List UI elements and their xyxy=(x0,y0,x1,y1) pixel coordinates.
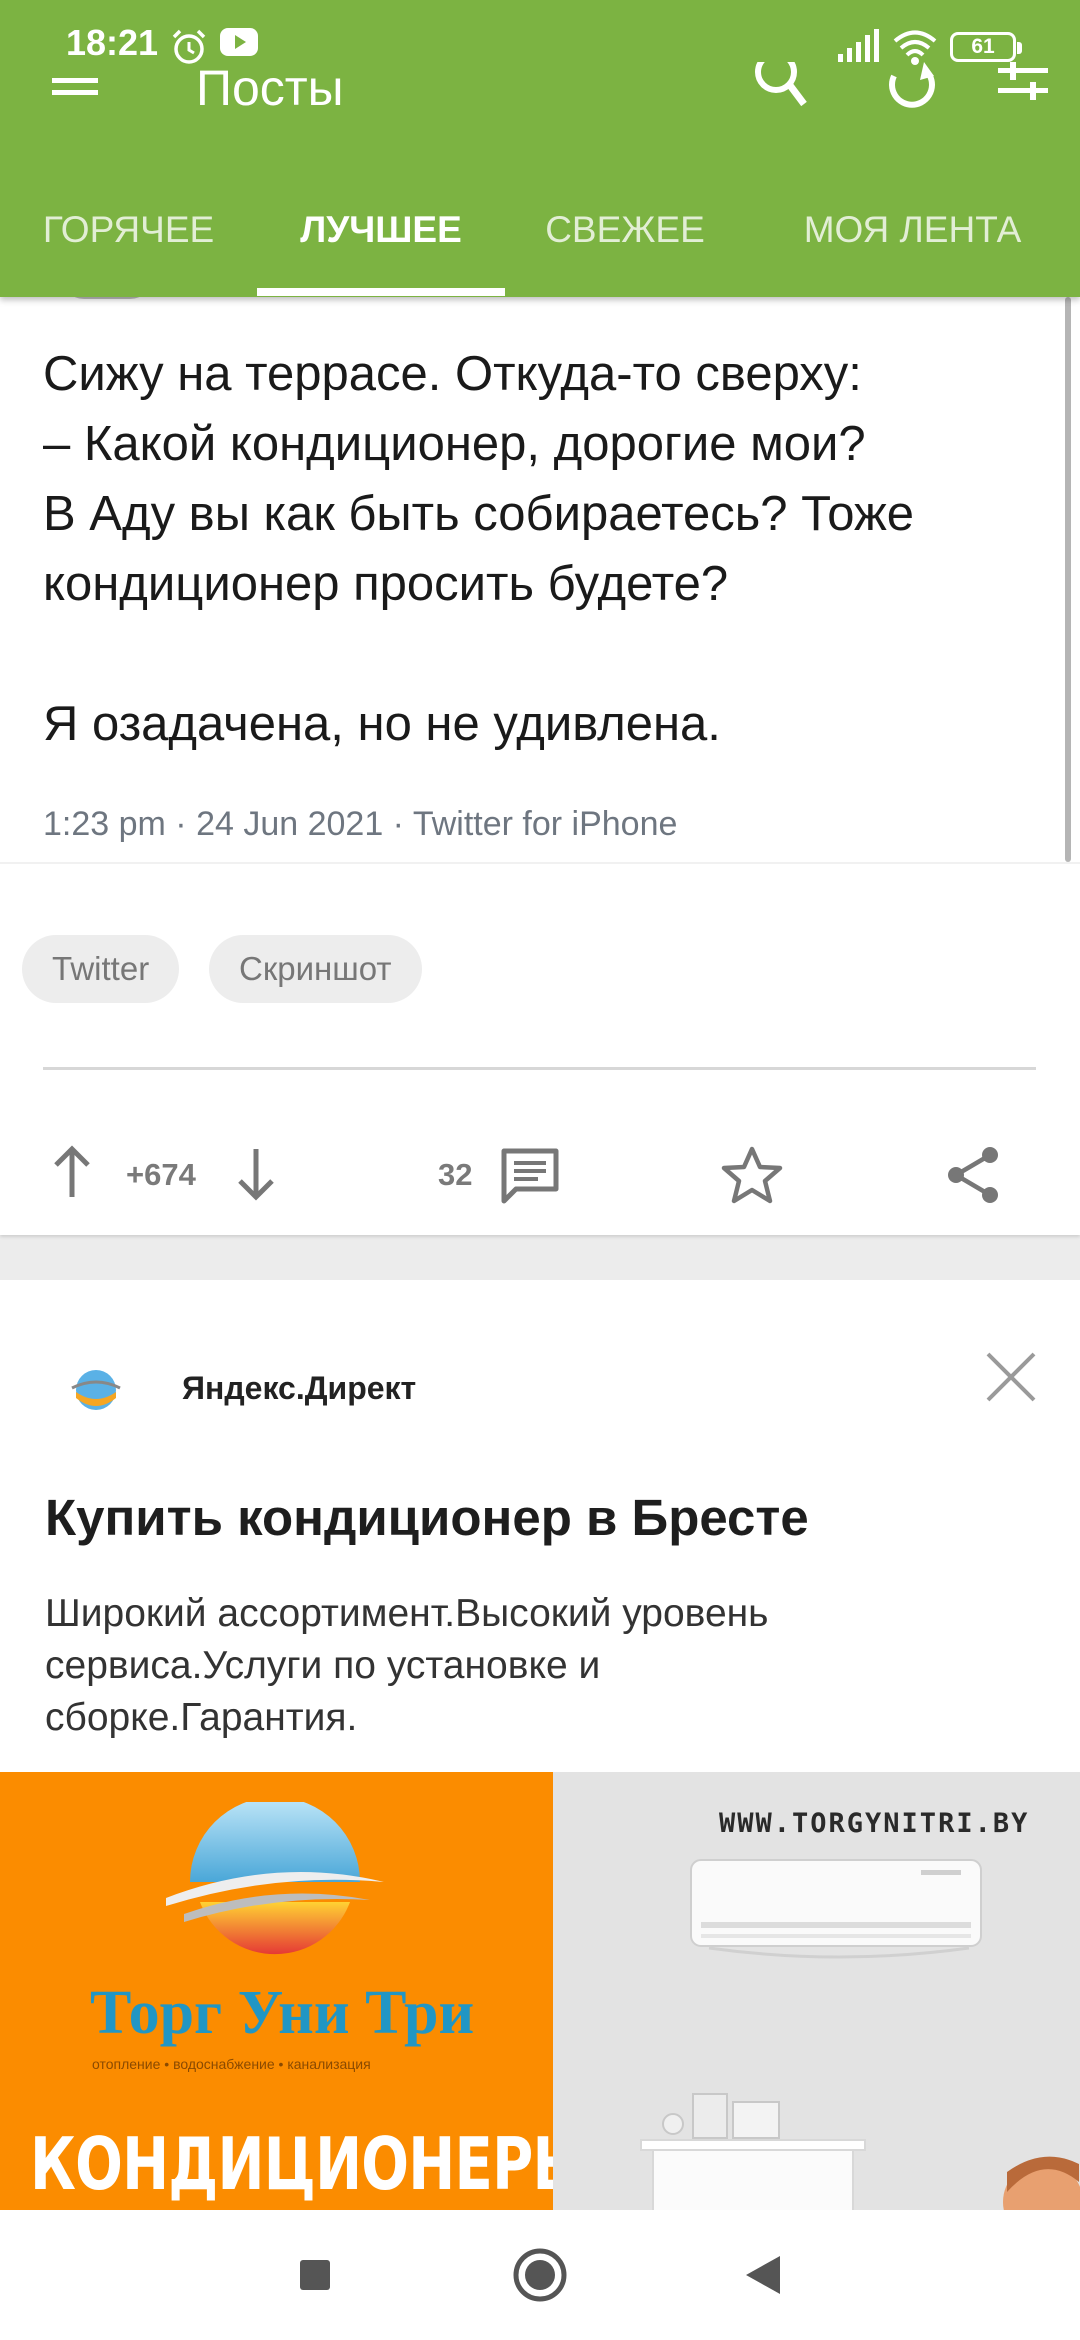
refresh-icon[interactable] xyxy=(884,62,944,118)
filter-icon[interactable] xyxy=(994,62,1054,118)
ad-description: Широкий ассортимент.Высокий уровень серв… xyxy=(45,1592,769,1739)
banner-right-panel: WWW.TORGYNITRI.BY xyxy=(553,1772,1080,2210)
close-icon[interactable] xyxy=(982,1348,1040,1406)
system-nav-bar xyxy=(0,2210,1080,2340)
share-icon[interactable] xyxy=(944,1145,1004,1205)
tag-screenshot[interactable]: Скриншот xyxy=(209,935,422,1003)
post-score: +674 xyxy=(126,1157,196,1192)
home-icon[interactable] xyxy=(480,2210,600,2340)
banner-left-panel: Торг Уни Три отопление • водоснабжение •… xyxy=(0,1772,553,2210)
banner-brand-tagline: отопление • водоснабжение • канализация xyxy=(92,2056,371,2072)
tweet-text: Сижу на террасе. Откуда-то сверху: – Как… xyxy=(43,347,914,751)
post-actions: +674 32 xyxy=(0,1117,1080,1217)
menu-icon[interactable] xyxy=(50,74,102,110)
upvote-icon[interactable] xyxy=(50,1145,94,1201)
ad-source: Яндекс.Директ xyxy=(182,1370,417,1406)
youtube-icon xyxy=(220,28,258,56)
ad-card[interactable]: Яндекс.Директ Купить кондиционер в Брест… xyxy=(0,1280,1080,2210)
brand-emblem xyxy=(166,1802,384,1955)
back-icon[interactable] xyxy=(700,2210,820,2340)
battery-icon: 61 xyxy=(950,32,1022,62)
divider xyxy=(43,1067,1036,1070)
wifi-icon xyxy=(893,30,937,65)
person-image xyxy=(1003,2156,1080,2210)
banner-headline: КОНДИЦИОНЕРЫ xyxy=(30,2122,553,2206)
downvote-icon[interactable] xyxy=(234,1145,278,1201)
banner-url: WWW.TORGYNITRI.BY xyxy=(719,1808,1030,1839)
tab-hot[interactable]: ГОРЯЧЕЕ xyxy=(0,190,257,297)
screenshot-edge xyxy=(0,862,1080,864)
comments-icon[interactable] xyxy=(500,1147,560,1205)
signal-icon xyxy=(838,29,879,62)
post-card: Сижу на террасе. Откуда-то сверху: – Как… xyxy=(0,277,1080,1235)
feed-tabs: ГОРЯЧЕЕ ЛУЧШЕЕ СВЕЖЕЕ МОЯ ЛЕНТА xyxy=(0,190,1080,297)
scrollbar[interactable] xyxy=(1065,297,1071,862)
alarm-icon xyxy=(172,29,206,64)
search-icon[interactable] xyxy=(752,62,812,118)
air-conditioner-image xyxy=(690,1859,982,1959)
banner-brand: Торг Уни Три xyxy=(90,1979,475,2047)
status-time: 18:21 xyxy=(66,22,159,63)
tab-fresh[interactable]: СВЕЖЕЕ xyxy=(505,190,745,297)
ad-title[interactable]: Купить кондиционер в Бресте xyxy=(45,1488,809,1547)
favorite-star-icon[interactable] xyxy=(720,1145,784,1205)
tab-best[interactable]: ЛУЧШЕЕ xyxy=(257,190,505,297)
ad-banner[interactable]: Торг Уни Три отопление • водоснабжение •… xyxy=(0,1772,1080,2210)
ad-source-logo xyxy=(71,1370,121,1410)
furniture-image xyxy=(640,2093,866,2210)
recents-icon[interactable] xyxy=(256,2210,376,2340)
comments-count[interactable]: 32 xyxy=(438,1157,472,1193)
app-bar: 18:21 61 Посты ГОРЯЧЕЕ ЛУЧШЕЕ СВЕЖЕЕ МОЯ… xyxy=(0,0,1080,297)
tweet-meta: 1:23 pm · 24 Jun 2021 · Twitter for iPho… xyxy=(43,805,678,843)
tab-my-feed[interactable]: МОЯ ЛЕНТА xyxy=(745,190,1080,297)
tag-twitter[interactable]: Twitter xyxy=(22,935,180,1003)
tab-indicator xyxy=(257,288,505,296)
